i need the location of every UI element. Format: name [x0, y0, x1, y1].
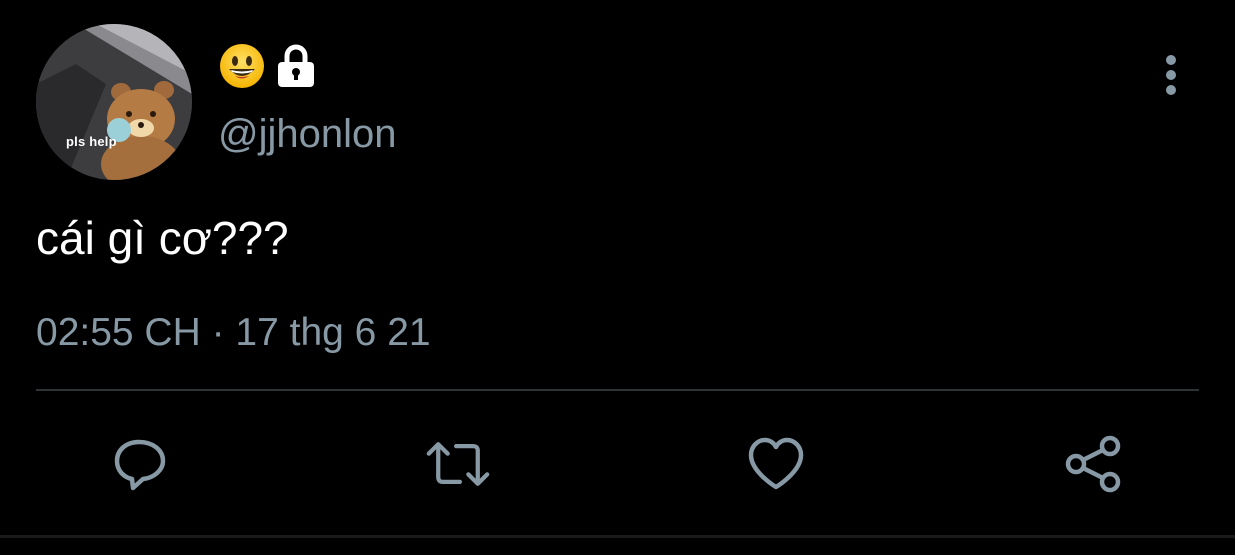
share-button[interactable] [1062, 432, 1126, 496]
heart-icon [748, 437, 804, 490]
avatar[interactable]: pls help [36, 24, 192, 180]
avatar-caption: pls help [66, 134, 117, 149]
tweet-text: cái gì cơ??? [36, 212, 289, 264]
bottom-divider [0, 535, 1235, 538]
share-icon [1065, 435, 1121, 493]
retweet-icon [426, 442, 490, 486]
more-options-button[interactable] [1156, 52, 1186, 98]
retweet-button[interactable] [426, 432, 490, 496]
reply-icon [114, 439, 166, 491]
avatar-image [36, 24, 192, 180]
kebab-menu-icon [1166, 55, 1176, 95]
display-name[interactable] [218, 42, 318, 90]
lock-icon [274, 43, 318, 89]
like-button[interactable] [744, 432, 808, 496]
grinning-face-emoji-icon [218, 42, 266, 90]
user-handle[interactable]: @jjhonlon [218, 112, 397, 156]
reply-button[interactable] [108, 432, 172, 496]
divider [36, 389, 1199, 391]
tweet-timestamp[interactable]: 02:55 CH · 17 thg 6 21 [36, 310, 431, 356]
